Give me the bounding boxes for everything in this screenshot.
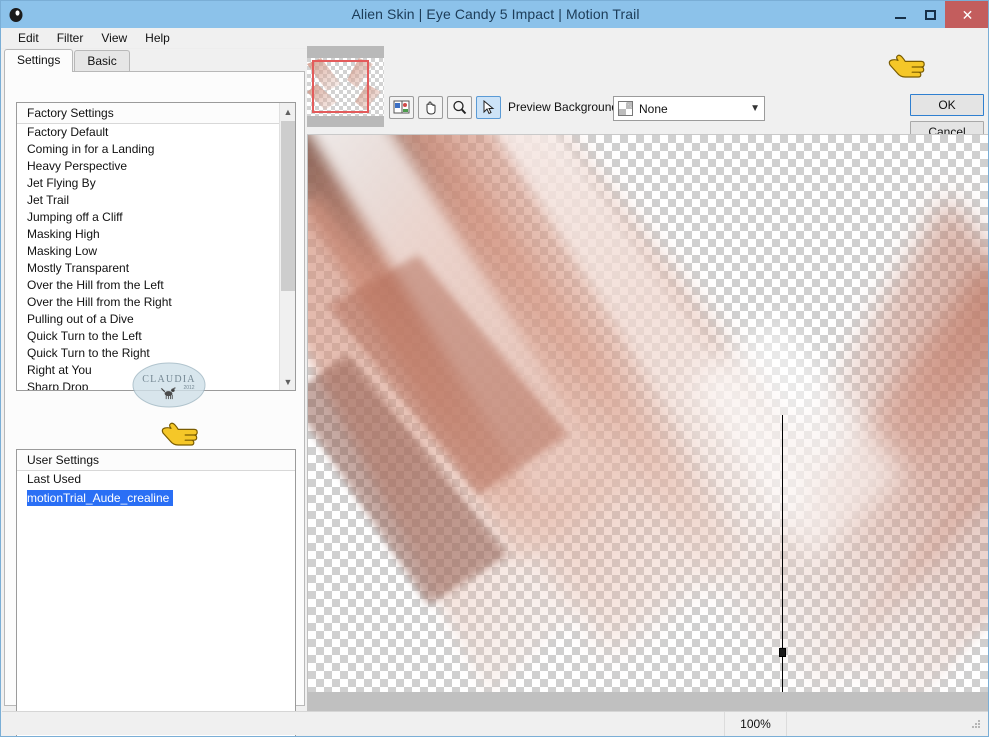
motion-handle-midpoint[interactable] bbox=[779, 648, 786, 657]
user-settings-header: User Settings bbox=[17, 450, 295, 471]
pointer-arrow-icon[interactable] bbox=[476, 96, 501, 119]
factory-settings-items: Factory Default Coming in for a Landing … bbox=[17, 124, 295, 390]
compare-before-after-icon[interactable] bbox=[389, 96, 414, 119]
chevron-up-icon[interactable]: ▲ bbox=[280, 103, 295, 120]
preview-canvas[interactable] bbox=[308, 135, 988, 712]
hand-pan-icon[interactable] bbox=[418, 96, 443, 119]
list-item[interactable]: Pulling out of a Dive bbox=[17, 311, 295, 328]
status-zoom-level: 100% bbox=[724, 711, 786, 736]
list-item[interactable]: Heavy Perspective bbox=[17, 158, 295, 175]
preview-tools bbox=[389, 96, 501, 119]
minimize-button[interactable] bbox=[885, 1, 915, 28]
list-item[interactable]: Over the Hill from the Left bbox=[17, 277, 295, 294]
list-item[interactable]: Factory Default bbox=[17, 124, 295, 141]
menu-item-edit[interactable]: Edit bbox=[9, 29, 48, 47]
pointing-hand-cursor-setting bbox=[161, 422, 198, 446]
preview-bottom-matte bbox=[307, 692, 988, 712]
claudia-watermark: CLAUDIA 2012 bbox=[132, 362, 206, 408]
tab-settings[interactable]: Settings bbox=[4, 49, 74, 72]
watermark-text: CLAUDIA bbox=[142, 374, 195, 385]
menu-item-help[interactable]: Help bbox=[136, 29, 179, 47]
list-item[interactable]: Quick Turn to the Left bbox=[17, 328, 295, 345]
tab-strip: Settings Basic bbox=[4, 49, 305, 72]
list-item[interactable]: Masking Low bbox=[17, 243, 295, 260]
title-bar[interactable]: Alien Skin | Eye Candy 5 Impact | Motion… bbox=[1, 1, 988, 28]
ok-button[interactable]: OK bbox=[910, 94, 984, 116]
tab-basic[interactable]: Basic bbox=[74, 50, 130, 72]
preview-area[interactable] bbox=[307, 134, 988, 712]
factory-settings-scrollbar[interactable]: ▲ ▼ bbox=[279, 103, 295, 390]
list-item[interactable]: Jet Trail bbox=[17, 192, 295, 209]
motion-direction-handle-line[interactable] bbox=[782, 415, 783, 709]
chevron-down-icon[interactable]: ▼ bbox=[280, 373, 295, 390]
user-settings-items: Last Used motionTrial_Aude_crealine bbox=[17, 471, 295, 507]
zoom-magnifier-icon[interactable] bbox=[447, 96, 472, 119]
preview-background-value: None bbox=[639, 101, 668, 116]
factory-settings-header: Factory Settings bbox=[17, 103, 295, 124]
list-item[interactable]: Last Used bbox=[17, 471, 295, 488]
status-bar: 100% bbox=[2, 711, 988, 736]
resize-grip-icon[interactable] bbox=[786, 711, 986, 736]
application-window: Alien Skin | Eye Candy 5 Impact | Motion… bbox=[0, 0, 989, 737]
motion-trail-render bbox=[308, 135, 988, 712]
list-item[interactable]: Over the Hill from the Right bbox=[17, 294, 295, 311]
menu-item-filter[interactable]: Filter bbox=[48, 29, 93, 47]
checker-swatch-icon bbox=[618, 101, 633, 116]
pointing-hand-cursor-ok bbox=[888, 54, 925, 78]
window-title: Alien Skin | Eye Candy 5 Impact | Motion… bbox=[351, 6, 640, 22]
scrollbar-thumb[interactable] bbox=[281, 121, 295, 291]
list-item[interactable]: Jumping off a Cliff bbox=[17, 209, 295, 226]
list-item[interactable]: Quick Turn to the Right bbox=[17, 345, 295, 362]
factory-settings-listbox[interactable]: Factory Settings Factory Default Coming … bbox=[16, 102, 296, 391]
status-message bbox=[2, 712, 724, 736]
navigator-thumbnail[interactable] bbox=[307, 46, 384, 127]
list-item-selected[interactable]: motionTrial_Aude_crealine bbox=[27, 490, 174, 506]
menu-item-view[interactable]: View bbox=[92, 29, 136, 47]
watermark-subtext: 2012 bbox=[183, 385, 194, 391]
list-item[interactable]: Jet Flying By bbox=[17, 175, 295, 192]
list-item[interactable]: Mostly Transparent bbox=[17, 260, 295, 277]
preview-background-select[interactable]: None ▼ bbox=[613, 96, 765, 121]
navigator-viewport-rect[interactable] bbox=[312, 60, 369, 113]
close-button[interactable]: ✕ bbox=[945, 1, 988, 28]
list-item[interactable]: Masking High bbox=[17, 226, 295, 243]
list-item[interactable]: Coming in for a Landing bbox=[17, 141, 295, 158]
preview-background-label: Preview Background: bbox=[508, 100, 622, 114]
chevron-down-icon[interactable]: ▼ bbox=[750, 103, 760, 114]
maximize-button[interactable] bbox=[915, 1, 945, 28]
user-settings-listbox[interactable]: User Settings Last Used motionTrial_Aude… bbox=[16, 449, 296, 736]
window-controls: ✕ bbox=[885, 1, 988, 28]
